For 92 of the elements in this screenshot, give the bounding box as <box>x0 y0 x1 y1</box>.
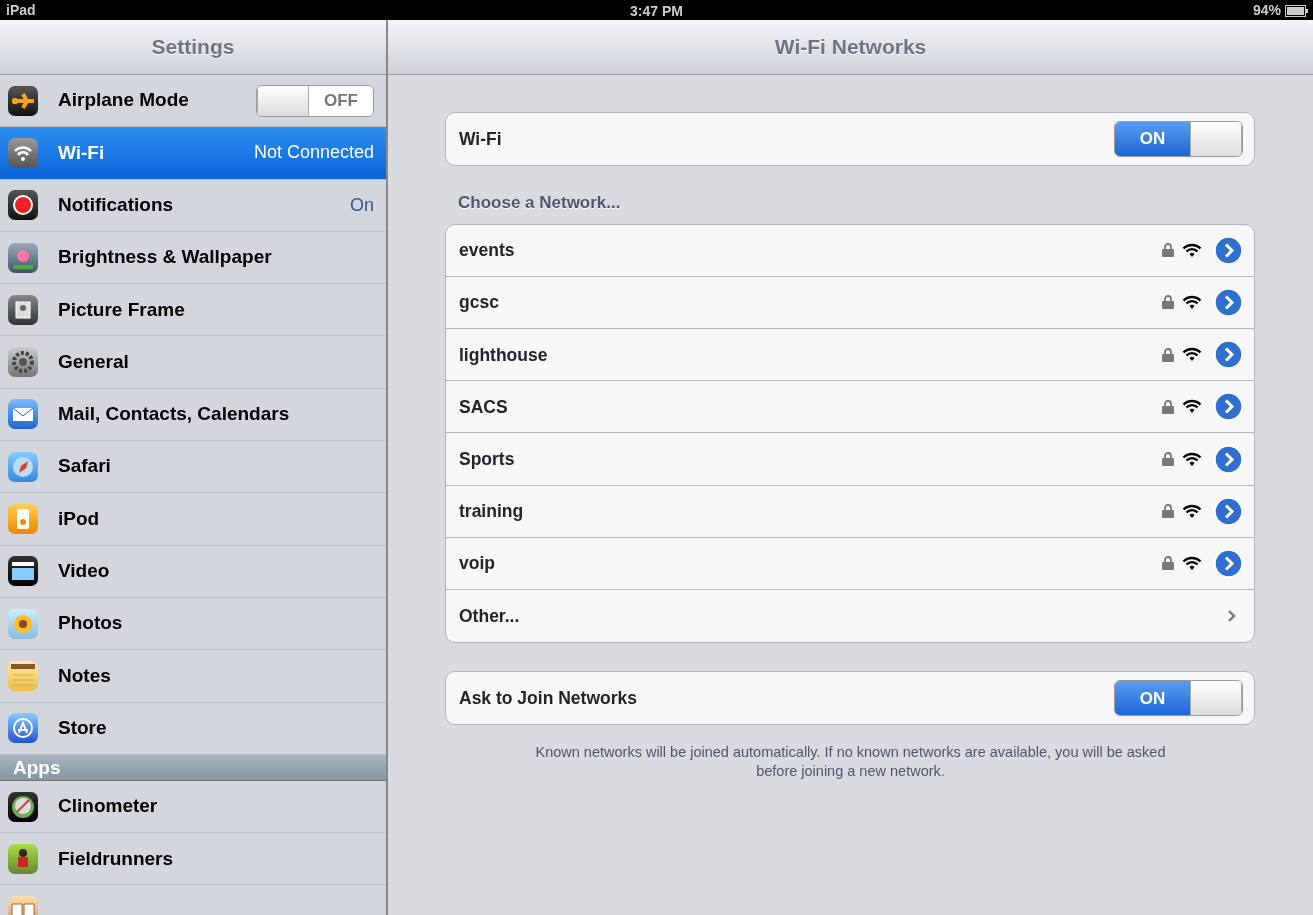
detail-disclosure-button[interactable] <box>1214 444 1243 474</box>
sidebar-title: Settings <box>0 20 386 75</box>
chevron-icon <box>1227 609 1237 624</box>
battery-icon <box>1285 4 1309 17</box>
settings-row[interactable]: Clinometer <box>0 780 386 834</box>
section-header: Apps <box>0 754 386 781</box>
network-name: gcsc <box>459 291 499 315</box>
settings-row[interactable]: Video <box>0 545 386 598</box>
wifi-signal-icon <box>1182 399 1202 415</box>
game-character-icon <box>8 843 38 874</box>
row-label: Video <box>58 559 110 584</box>
gear-icon <box>8 347 38 378</box>
clapperboard-icon <box>8 556 38 587</box>
row-label: Mail, Contacts, Calendars <box>58 402 290 427</box>
row-label: Clinometer <box>58 794 158 819</box>
row-label: Notes <box>58 663 111 688</box>
speaker-icon <box>8 504 38 534</box>
network-row[interactable]: Sports <box>446 433 1254 486</box>
sunflower-icon <box>8 608 38 639</box>
settings-row[interactable]: Airplane Mode OFF <box>0 75 386 128</box>
row-label: Photos <box>58 611 123 636</box>
settings-row[interactable]: Wi-Fi Not Connected <box>0 127 386 180</box>
network-row[interactable]: events <box>446 224 1254 277</box>
toggle-switch[interactable]: OFF <box>256 84 374 117</box>
notification-icon <box>8 190 38 221</box>
network-name: Sports <box>459 447 515 471</box>
app-store-icon <box>8 713 38 744</box>
detail-disclosure-button[interactable] <box>1214 548 1243 578</box>
envelope-icon <box>8 399 38 430</box>
wifi-signal-icon <box>1182 347 1202 363</box>
row-value: Not Connected <box>253 141 374 165</box>
compass-icon <box>8 451 38 482</box>
airplane-icon <box>8 85 38 116</box>
network-name: events <box>459 239 515 263</box>
settings-row[interactable]: Notifications On <box>0 179 386 232</box>
footnote: Known networks will be joined automatically. If no known networks are available, you will be asked before joining a new network. <box>534 743 1167 782</box>
toggle-switch[interactable]: ON <box>1114 121 1243 158</box>
settings-row[interactable]: Notes <box>0 650 386 703</box>
row-label: iPod <box>58 506 100 531</box>
wifi-signal-icon <box>1182 503 1202 519</box>
network-row[interactable]: SACS <box>446 381 1254 434</box>
row-label: Fieldrunners <box>58 846 174 871</box>
row-label: Ask to Join Networks <box>459 687 637 711</box>
wifi-signal-icon <box>1182 451 1202 467</box>
row-label: Store <box>58 715 107 740</box>
settings-row[interactable]: Photos <box>0 597 386 651</box>
page-title: Wi-Fi Networks <box>388 20 1313 75</box>
row-label: General <box>58 349 129 374</box>
network-name: SACS <box>459 395 508 419</box>
network-row[interactable]: Other... <box>446 590 1254 643</box>
section-label: Choose a Network... <box>458 192 622 215</box>
network-row[interactable]: gcsc <box>446 276 1254 330</box>
network-row[interactable]: lighthouse <box>446 329 1254 382</box>
network-row[interactable]: training <box>446 485 1254 538</box>
detail-disclosure-button[interactable] <box>1214 235 1243 265</box>
settings-row[interactable]: Safari <box>0 441 386 494</box>
detail-disclosure-button[interactable] <box>1214 340 1243 370</box>
row-label: Wi-Fi <box>459 127 502 151</box>
wifi-signal-icon <box>1182 242 1202 258</box>
settings-row[interactable]: Fieldrunners <box>0 833 386 886</box>
row-label: Safari <box>58 454 111 479</box>
network-name: training <box>459 500 524 524</box>
row-label: Airplane Mode <box>58 88 189 113</box>
battery-percent: 94% <box>1252 1 1281 20</box>
wifi-signal-icon <box>1182 555 1202 571</box>
device-name: iPad <box>6 2 36 18</box>
network-name: lighthouse <box>459 343 548 367</box>
row-label: Wi-Fi <box>58 140 105 165</box>
row-value: On <box>350 193 374 217</box>
detail-disclosure-button[interactable] <box>1214 287 1243 317</box>
settings-row[interactable]: General <box>0 336 386 389</box>
settings-row[interactable]: iPod <box>0 493 386 546</box>
row-label: Notifications <box>58 193 174 217</box>
flower-icon <box>8 242 38 273</box>
settings-row[interactable]: Store <box>0 702 386 755</box>
detail-disclosure-button[interactable] <box>1214 496 1243 526</box>
wifi-icon <box>8 137 38 168</box>
clinometer-icon <box>8 791 38 822</box>
settings-row[interactable]: Mail, Contacts, Calendars <box>0 388 386 442</box>
wifi-signal-icon <box>1182 294 1202 310</box>
network-name: voip <box>459 552 495 576</box>
row-label: Picture Frame <box>58 297 185 322</box>
toggle-switch[interactable]: ON <box>1114 680 1243 717</box>
network-name: Other... <box>459 604 520 628</box>
picture-frame-icon <box>8 294 38 325</box>
clock: 3:47 PM <box>630 3 683 19</box>
notepad-icon <box>8 660 38 691</box>
network-row[interactable]: voip <box>446 537 1254 590</box>
detail-disclosure-button[interactable] <box>1214 392 1243 422</box>
row-label: Brightness & Wallpaper <box>58 245 272 270</box>
settings-row[interactable]: Picture Frame <box>0 284 386 337</box>
settings-row[interactable]: Brightness & Wallpaper <box>0 231 386 285</box>
